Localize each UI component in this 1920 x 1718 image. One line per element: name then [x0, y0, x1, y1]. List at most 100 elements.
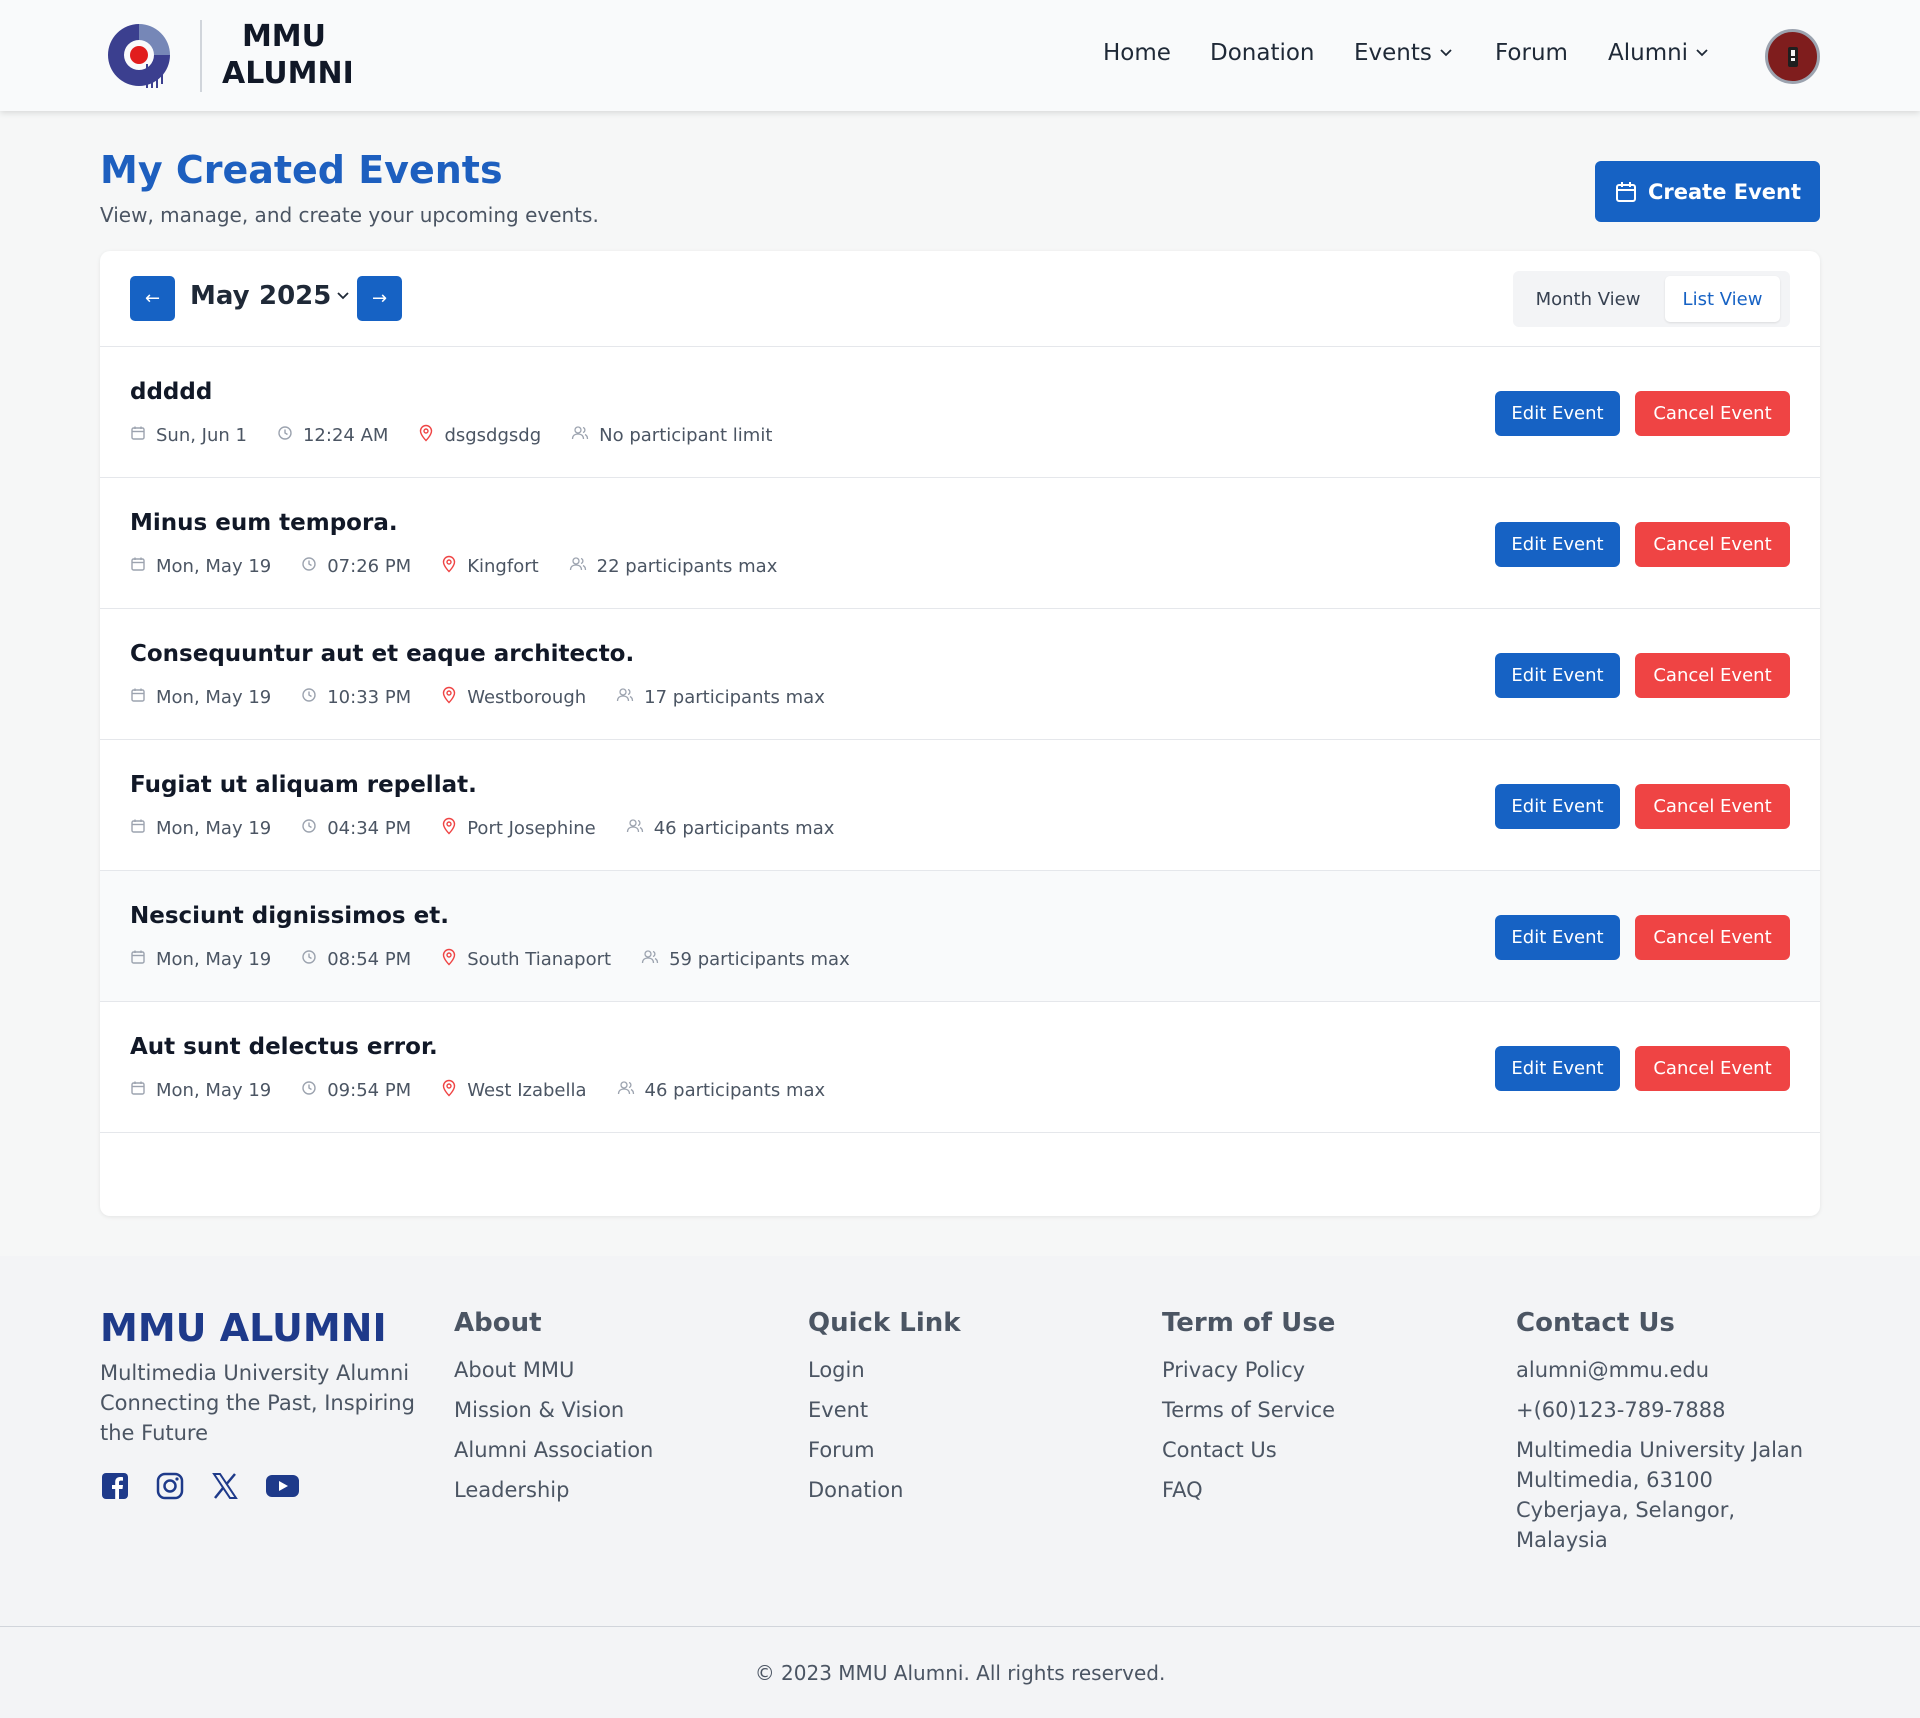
- event-time-text: 08:54 PM: [327, 948, 412, 970]
- footer-brand: MMU ALUMNI: [100, 1306, 387, 1350]
- event-time-text: 09:54 PM: [327, 1079, 412, 1101]
- nav-forum[interactable]: Forum: [1495, 40, 1568, 66]
- cancel-event-button[interactable]: Cancel Event: [1635, 915, 1790, 960]
- event-title[interactable]: Minus eum tempora.: [130, 510, 398, 536]
- users-icon: [569, 556, 587, 577]
- event-date: Mon, May 19: [130, 949, 271, 970]
- clock-icon: [301, 818, 317, 839]
- arrow-right-icon: →: [371, 288, 388, 309]
- event-row[interactable]: Aut sunt delectus error. Mon, May 19 09:54…: [100, 1002, 1820, 1133]
- event-title[interactable]: Aut sunt delectus error.: [130, 1034, 438, 1060]
- chevron-down-icon: [1440, 49, 1452, 57]
- list-view-button[interactable]: List View: [1665, 276, 1780, 322]
- calendar-icon: [130, 425, 146, 446]
- footer-contact-email[interactable]: alumni@mmu.edu: [1516, 1350, 1816, 1390]
- event-location-text: South Tianaport: [467, 948, 612, 970]
- instagram-icon[interactable]: [155, 1471, 185, 1501]
- footer-link-login[interactable]: Login: [808, 1350, 961, 1390]
- edit-event-button[interactable]: Edit Event: [1495, 653, 1620, 698]
- event-participants-text: 46 participants max: [644, 1079, 826, 1101]
- event-date: Mon, May 19: [130, 818, 271, 839]
- event-participants: 17 participants max: [616, 687, 825, 708]
- footer-link-leadership[interactable]: Leadership: [454, 1470, 653, 1510]
- event-participants: 46 participants max: [626, 818, 834, 839]
- event-title[interactable]: ddddd: [130, 379, 212, 405]
- x-twitter-icon[interactable]: [210, 1471, 240, 1501]
- footer-link-donation[interactable]: Donation: [808, 1470, 961, 1510]
- event-row[interactable]: Nesciunt dignissimos et. Mon, May 19 08:54…: [100, 871, 1820, 1002]
- mmu-logo-icon[interactable]: [104, 20, 174, 90]
- event-row[interactable]: Minus eum tempora. Mon, May 19 07:26 PM Kin…: [100, 478, 1820, 609]
- month-view-button[interactable]: Month View: [1518, 276, 1658, 322]
- event-row[interactable]: ddddd Sun, Jun 1 12:24 AM dsgsdgsdg No parti…: [100, 347, 1820, 478]
- footer-link-about-mmu[interactable]: About MMU: [454, 1350, 653, 1390]
- footer-contact-phone[interactable]: +(60)123-789-7888: [1516, 1390, 1816, 1430]
- footer-col-quick-link: Quick Link Login Event Forum Donation: [808, 1308, 961, 1510]
- create-event-button[interactable]: Create Event: [1595, 161, 1820, 222]
- year-select[interactable]: 2025: [259, 281, 350, 311]
- cancel-event-button[interactable]: Cancel Event: [1635, 1046, 1790, 1091]
- cancel-event-button[interactable]: Cancel Event: [1635, 391, 1790, 436]
- event-location-text: Westborough: [467, 686, 587, 708]
- event-title[interactable]: Consequuntur aut et eaque architecto.: [130, 641, 634, 667]
- footer-link-contact-us[interactable]: Contact Us: [1162, 1430, 1335, 1470]
- facebook-icon[interactable]: [100, 1471, 130, 1501]
- nav-forum-label: Forum: [1495, 40, 1568, 66]
- clock-icon: [277, 425, 293, 446]
- edit-event-button[interactable]: Edit Event: [1495, 522, 1620, 567]
- chevron-down-icon: [1696, 49, 1708, 57]
- events-card: ← May 2025 → Month View List View ddddd S…: [100, 251, 1820, 1216]
- event-participants-text: 22 participants max: [596, 555, 778, 577]
- edit-event-button[interactable]: Edit Event: [1495, 391, 1620, 436]
- users-icon: [616, 687, 634, 708]
- event-row[interactable]: Consequuntur aut et eaque architecto. Mon…: [100, 609, 1820, 740]
- edit-event-button[interactable]: Edit Event: [1495, 1046, 1620, 1091]
- event-location: Westborough: [441, 686, 586, 709]
- nav-events[interactable]: Events: [1354, 40, 1452, 66]
- calendar-icon: [130, 687, 146, 708]
- cancel-event-button[interactable]: Cancel Event: [1635, 522, 1790, 567]
- clock-icon: [301, 556, 317, 577]
- footer-link-terms-of-service[interactable]: Terms of Service: [1162, 1390, 1335, 1430]
- event-participants: 22 participants max: [569, 555, 778, 577]
- nav-home[interactable]: Home: [1103, 40, 1171, 66]
- footer-contact-address: Multimedia University Jalan Multimedia, …: [1516, 1438, 1804, 1552]
- nav-alumni[interactable]: Alumni: [1608, 40, 1708, 66]
- event-date: Mon, May 19: [130, 687, 271, 708]
- event-row[interactable]: Fugiat ut aliquam repellat. Mon, May 19 04…: [100, 740, 1820, 871]
- user-avatar[interactable]: [1765, 29, 1820, 84]
- footer-tagline: Multimedia University Alumni Connecting …: [100, 1361, 415, 1445]
- edit-event-button[interactable]: Edit Event: [1495, 915, 1620, 960]
- edit-event-button[interactable]: Edit Event: [1495, 784, 1620, 829]
- footer-heading-contact: Contact Us: [1516, 1308, 1675, 1338]
- youtube-icon[interactable]: [265, 1471, 300, 1501]
- footer-link-mission-vision[interactable]: Mission & Vision: [454, 1390, 653, 1430]
- users-icon: [571, 425, 589, 446]
- page-subtitle: View, manage, and create your upcoming e…: [100, 203, 599, 227]
- nav-alumni-label: Alumni: [1608, 40, 1689, 66]
- event-time: 10:33 PM: [301, 687, 411, 708]
- cancel-event-button[interactable]: Cancel Event: [1635, 653, 1790, 698]
- event-date: Sun, Jun 1: [130, 425, 247, 446]
- cancel-event-button[interactable]: Cancel Event: [1635, 784, 1790, 829]
- footer-link-privacy-policy[interactable]: Privacy Policy: [1162, 1350, 1335, 1390]
- prev-month-button[interactable]: ←: [130, 276, 175, 321]
- event-title[interactable]: Fugiat ut aliquam repellat.: [130, 772, 477, 798]
- event-time-text: 12:24 AM: [302, 424, 389, 446]
- next-month-button[interactable]: →: [357, 276, 402, 321]
- event-title[interactable]: Nesciunt dignissimos et.: [130, 903, 449, 929]
- event-date-text: Mon, May 19: [156, 555, 272, 577]
- users-icon: [617, 1080, 635, 1101]
- footer-link-faq[interactable]: FAQ: [1162, 1470, 1335, 1510]
- nav-donation[interactable]: Donation: [1210, 40, 1315, 66]
- calendar-icon: [130, 556, 146, 577]
- map-pin-icon: [418, 424, 434, 447]
- site-footer: MMU ALUMNI Multimedia University Alumni …: [0, 1256, 1920, 1718]
- footer-link-forum[interactable]: Forum: [808, 1430, 961, 1470]
- brand-name[interactable]: MMU ALUMNI: [222, 18, 354, 92]
- users-icon: [626, 818, 644, 839]
- footer-link-event[interactable]: Event: [808, 1390, 961, 1430]
- footer-link-alumni-association[interactable]: Alumni Association: [454, 1430, 653, 1470]
- event-time-text: 07:26 PM: [327, 555, 412, 577]
- event-time: 04:34 PM: [301, 818, 411, 839]
